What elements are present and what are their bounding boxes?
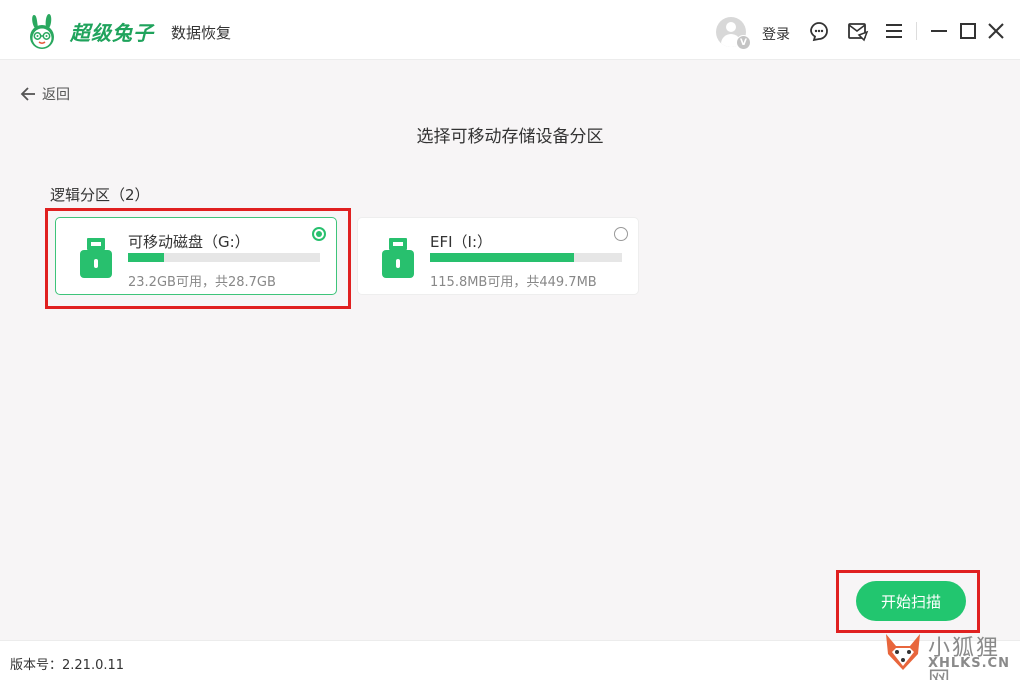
login-link[interactable]: 登录 [762, 24, 790, 44]
section-label: 逻辑分区（2） [50, 186, 150, 204]
partition-name: EFI（I:） [430, 233, 493, 251]
brand-name: 超级兔子 [70, 21, 154, 45]
version-text: 版本号：2.21.0.11 [10, 658, 125, 673]
titlebar-divider [916, 22, 917, 40]
fox-watermark-icon [886, 634, 920, 670]
minimize-icon[interactable] [928, 20, 950, 42]
partition-card-g[interactable]: 可移动磁盘（G:） 23.2GB可用，共28.7GB [55, 217, 337, 295]
partition-size: 23.2GB可用，共28.7GB [128, 275, 276, 290]
watermark-domain: XHLKS.CN [928, 656, 1010, 671]
partition-name: 可移动磁盘（G:） [128, 233, 250, 251]
partition-radio[interactable] [614, 227, 628, 241]
message-icon[interactable] [847, 20, 869, 42]
support-icon[interactable] [808, 20, 830, 42]
product-name: 数据恢复 [171, 24, 232, 42]
usage-bar [128, 253, 320, 262]
maximize-icon[interactable] [957, 20, 979, 42]
title-bar: 超级兔子 数据恢复 V 登录 [0, 0, 1020, 60]
usb-drive-icon [382, 238, 414, 278]
back-button[interactable]: 返回 [20, 84, 70, 104]
partition-size: 115.8MB可用，共449.7MB [430, 275, 597, 290]
usage-bar-fill [430, 253, 574, 262]
arrow-left-icon [20, 87, 35, 101]
vip-badge: V [736, 35, 751, 50]
usage-bar-fill [128, 253, 165, 262]
watermark-title: 小狐狸网 [928, 636, 1001, 680]
page-title: 选择可移动存储设备分区 [416, 127, 604, 147]
menu-icon[interactable] [883, 20, 905, 42]
back-label: 返回 [42, 87, 70, 103]
partition-card-i[interactable]: EFI（I:） 115.8MB可用，共449.7MB [357, 217, 639, 295]
rabbit-logo-icon [30, 14, 54, 49]
usage-bar [430, 253, 622, 262]
usb-drive-icon [80, 238, 112, 278]
close-icon[interactable] [985, 20, 1007, 42]
partition-radio[interactable] [312, 227, 326, 241]
start-scan-button[interactable]: 开始扫描 [856, 581, 966, 621]
footer: 版本号：2.21.0.11 [0, 640, 1020, 680]
